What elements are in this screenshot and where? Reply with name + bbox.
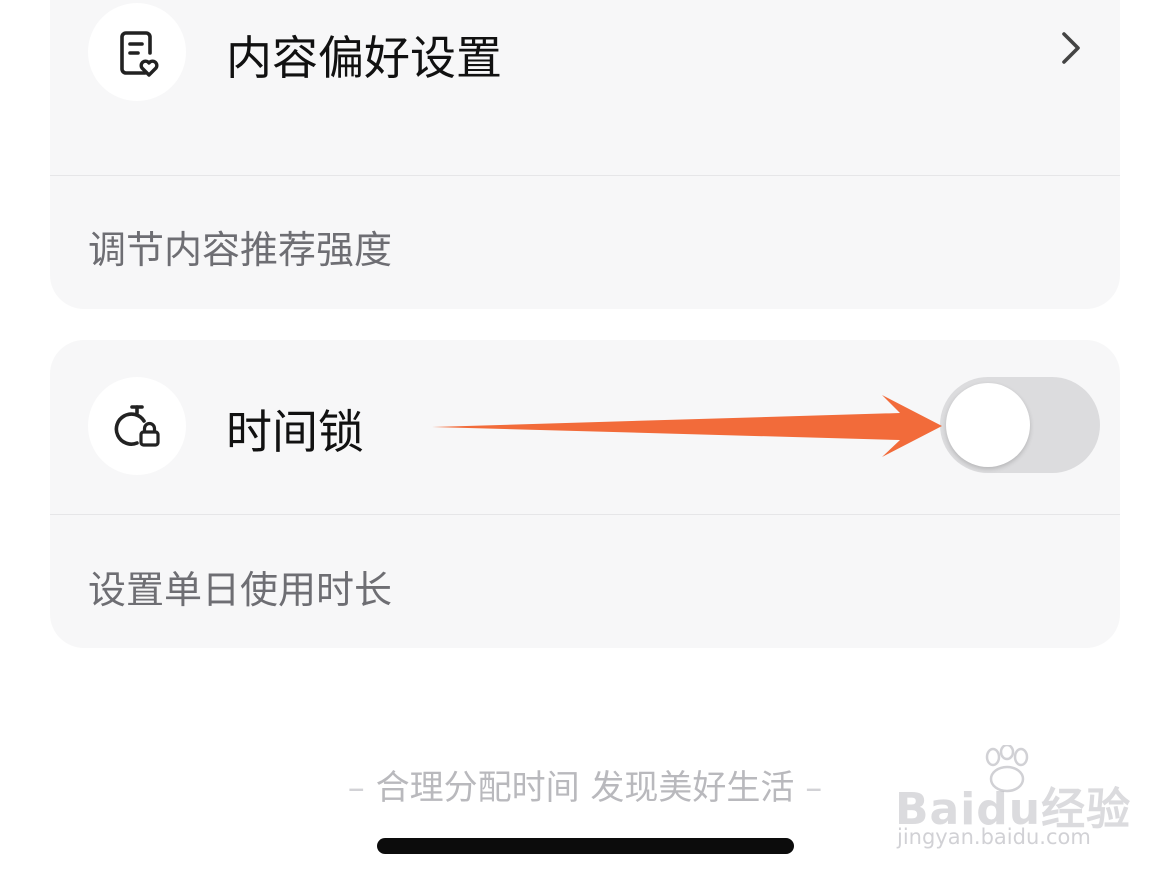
- settings-page: 内容偏好设置 调节内容推荐强度 时间锁 设置单日使用时长 – 合理分配时间 发现…: [0, 0, 1170, 877]
- time-lock-toggle[interactable]: [940, 377, 1100, 473]
- slogan-dash-right: –: [805, 768, 823, 808]
- home-indicator[interactable]: [377, 838, 794, 854]
- time-lock-card: 时间锁 设置单日使用时长: [50, 340, 1120, 648]
- time-lock-title: 时间锁: [226, 405, 364, 459]
- content-preference-title: 内容偏好设置: [226, 31, 502, 85]
- slogan-text: 合理分配时间 发现美好生活: [375, 768, 795, 808]
- toggle-knob: [946, 383, 1030, 467]
- time-lock-row: 时间锁: [50, 340, 1120, 514]
- slogan-dash-left: –: [347, 768, 365, 808]
- content-preference-card: 内容偏好设置 调节内容推荐强度: [50, 0, 1120, 309]
- chevron-right-icon[interactable]: [1056, 26, 1086, 70]
- time-lock-subtitle: 设置单日使用时长: [88, 568, 393, 612]
- timer-lock-icon: [88, 377, 186, 475]
- content-preference-row[interactable]: 内容偏好设置: [50, 0, 1120, 174]
- content-preference-subtitle: 调节内容推荐强度: [88, 228, 393, 272]
- baidu-jingyan-watermark: Baidu经验 jingyan.baidu.com: [895, 745, 1130, 855]
- divider: [50, 175, 1120, 176]
- divider: [50, 514, 1120, 515]
- document-heart-icon: [88, 3, 186, 101]
- watermark-url: jingyan.baidu.com: [897, 825, 1091, 849]
